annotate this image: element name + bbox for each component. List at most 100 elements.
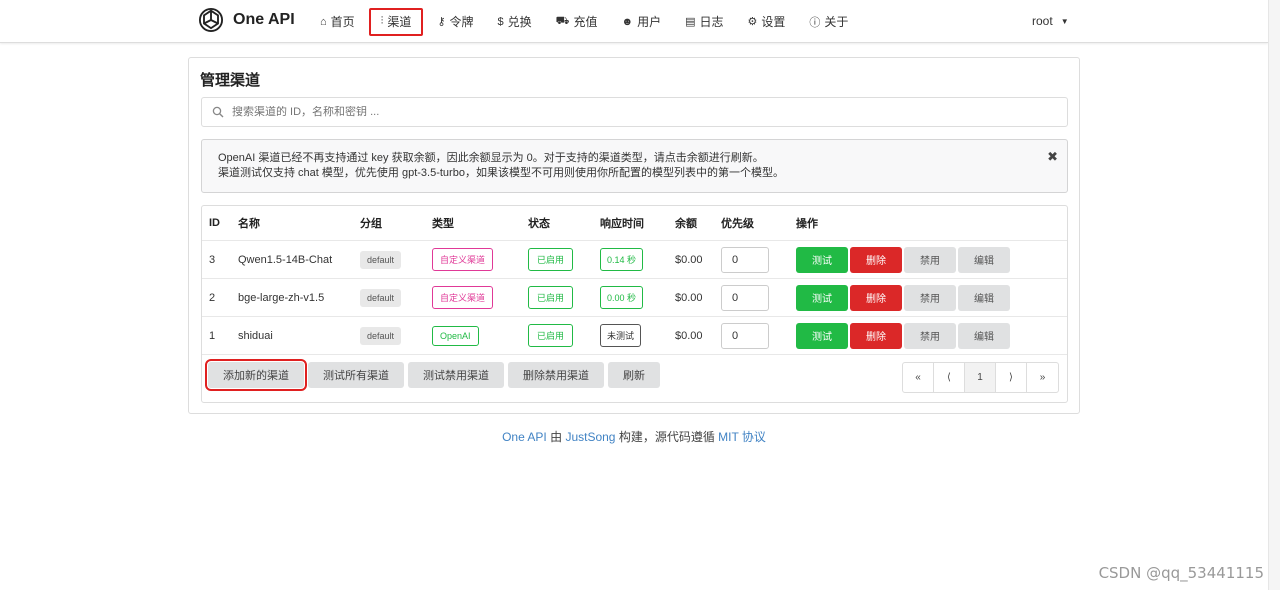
pagination: « ⟨ 1 ⟩ »	[902, 362, 1059, 393]
status-badge: 已启用	[528, 324, 574, 347]
caret-down-icon: ▼	[1060, 16, 1069, 26]
response-time-badge: 未测试	[600, 324, 642, 347]
app-name: One API	[233, 11, 295, 28]
refresh-button[interactable]: 刷新	[608, 362, 660, 388]
header-response-time[interactable]: 响应时间	[600, 206, 644, 240]
scrollbar[interactable]	[1268, 0, 1280, 590]
cell-name: shiduai	[238, 329, 273, 342]
notice-line-1: OpenAI 渠道已经不再支持通过 key 获取余额，因此余额显示为 0。对于支…	[218, 152, 764, 164]
search-input[interactable]	[232, 106, 932, 118]
header-id[interactable]: ID	[209, 206, 220, 240]
watermark: CSDN @qq_53441115	[1098, 564, 1264, 582]
openai-logo-icon	[198, 7, 224, 33]
book-icon: ▤	[685, 16, 696, 28]
cell-id: 2	[209, 291, 216, 304]
search-box[interactable]	[201, 97, 1068, 127]
test-disabled-button[interactable]: 测试禁用渠道	[408, 362, 504, 388]
group-label: default	[360, 326, 402, 345]
table-header: ID 名称 分组 类型 状态 响应时间 余额 优先级 操作	[202, 206, 1067, 241]
nav-about[interactable]: ⓘ 关于	[799, 8, 858, 36]
delete-button[interactable]: 删除	[850, 284, 902, 311]
sitemap-icon: ⫶	[380, 15, 384, 27]
info-notice: OpenAI 渠道已经不再支持通过 key 获取余额，因此余额显示为 0。对于支…	[201, 139, 1068, 193]
nav-tokens[interactable]: ⚷ 令牌	[427, 8, 483, 36]
table-row: 1 shiduai default OpenAI 已启用 未测试 $0.00 测…	[202, 317, 1067, 355]
header-balance[interactable]: 余额	[675, 206, 697, 240]
cell-name: Qwen1.5-14B-Chat	[238, 253, 333, 266]
nav-label: 关于	[824, 15, 849, 29]
header-priority[interactable]: 优先级	[721, 206, 754, 240]
main-nav: ⌂ 首页 ⫶ 渠道 ⚷ 令牌 $ 兑换 ⛟ 充值 ☻ 用户 ▤ 日志 ⚙ 设置	[310, 0, 862, 43]
test-button[interactable]: 测试	[796, 284, 848, 311]
page-title: 管理渠道	[200, 72, 261, 89]
priority-input[interactable]	[721, 246, 769, 273]
key-icon: ⚷	[437, 16, 446, 28]
next-page-button[interactable]: ⟩	[996, 363, 1027, 392]
user-menu[interactable]: root ▼	[1032, 14, 1069, 28]
delete-button[interactable]: 删除	[850, 246, 902, 273]
add-channel-button[interactable]: 添加新的渠道	[205, 359, 307, 391]
nav-label: 兑换	[507, 15, 532, 29]
cell-id: 1	[209, 329, 216, 342]
channel-management-card: 管理渠道 OpenAI 渠道已经不再支持通过 key 获取余额，因此余额显示为 …	[188, 57, 1080, 414]
nav-label: 渠道	[387, 15, 412, 29]
footer-text: 构建，源代码遵循	[615, 430, 719, 444]
home-icon: ⌂	[320, 15, 327, 28]
disable-button[interactable]: 禁用	[904, 284, 956, 311]
edit-button[interactable]: 编辑	[958, 322, 1010, 349]
response-time-badge: 0.14 秒	[600, 248, 644, 271]
header-name[interactable]: 名称	[238, 206, 260, 240]
nav-users[interactable]: ☻ 用户	[612, 8, 672, 36]
priority-input[interactable]	[721, 322, 769, 349]
license-link[interactable]: MIT 协议	[718, 430, 766, 444]
group-label: default	[360, 288, 402, 307]
nav-label: 首页	[330, 15, 355, 29]
footer-text: 由	[546, 430, 566, 444]
cell-balance[interactable]: $0.00	[675, 241, 703, 278]
type-label: 自定义渠道	[432, 286, 494, 309]
oneapi-link[interactable]: One API	[502, 430, 547, 444]
search-icon	[212, 106, 224, 118]
test-button[interactable]: 测试	[796, 246, 848, 273]
nav-label: 令牌	[449, 15, 474, 29]
header-group[interactable]: 分组	[360, 206, 382, 240]
nav-label: 充值	[573, 15, 598, 29]
nav-redeem[interactable]: $ 兑换	[488, 8, 542, 36]
cell-balance[interactable]: $0.00	[675, 279, 703, 316]
nav-logs[interactable]: ▤ 日志	[675, 8, 733, 36]
nav-channels[interactable]: ⫶ 渠道	[368, 7, 424, 36]
table-row: 2 bge-large-zh-v1.5 default 自定义渠道 已启用 0.…	[202, 279, 1067, 317]
nav-settings[interactable]: ⚙ 设置	[738, 8, 796, 36]
info-icon: ⓘ	[809, 16, 821, 29]
test-all-button[interactable]: 测试所有渠道	[308, 362, 404, 388]
priority-input[interactable]	[721, 284, 769, 311]
delete-button[interactable]: 删除	[850, 322, 902, 349]
dollar-icon: $	[497, 15, 504, 28]
gear-icon: ⚙	[747, 16, 758, 28]
prev-page-button[interactable]: ⟨	[934, 363, 965, 392]
last-page-button[interactable]: »	[1027, 363, 1058, 392]
header-actions: 操作	[796, 218, 818, 230]
edit-button[interactable]: 编辑	[958, 284, 1010, 311]
test-button[interactable]: 测试	[796, 322, 848, 349]
disable-button[interactable]: 禁用	[904, 322, 956, 349]
status-badge: 已启用	[528, 248, 574, 271]
page-1-button[interactable]: 1	[965, 363, 996, 392]
nav-home[interactable]: ⌂ 首页	[310, 8, 365, 36]
disable-button[interactable]: 禁用	[904, 246, 956, 273]
close-icon[interactable]: ✖	[1047, 149, 1058, 164]
cell-balance[interactable]: $0.00	[675, 317, 703, 354]
top-navbar: One API ⌂ 首页 ⫶ 渠道 ⚷ 令牌 $ 兑换 ⛟ 充值 ☻ 用户 ▤ …	[0, 0, 1268, 43]
edit-button[interactable]: 编辑	[958, 246, 1010, 273]
cell-id: 3	[209, 253, 216, 266]
nav-topup[interactable]: ⛟ 充值	[546, 8, 608, 36]
table-footer-actions: 添加新的渠道 测试所有渠道 测试禁用渠道 删除禁用渠道 刷新	[205, 359, 660, 391]
logo[interactable]: One API	[197, 6, 295, 34]
author-link[interactable]: JustSong	[565, 430, 615, 444]
header-status[interactable]: 状态	[528, 206, 550, 240]
group-label: default	[360, 250, 402, 269]
delete-disabled-button[interactable]: 删除禁用渠道	[508, 362, 604, 388]
header-type[interactable]: 类型	[432, 206, 454, 240]
user-icon: ☻	[621, 15, 634, 28]
first-page-button[interactable]: «	[903, 363, 934, 392]
